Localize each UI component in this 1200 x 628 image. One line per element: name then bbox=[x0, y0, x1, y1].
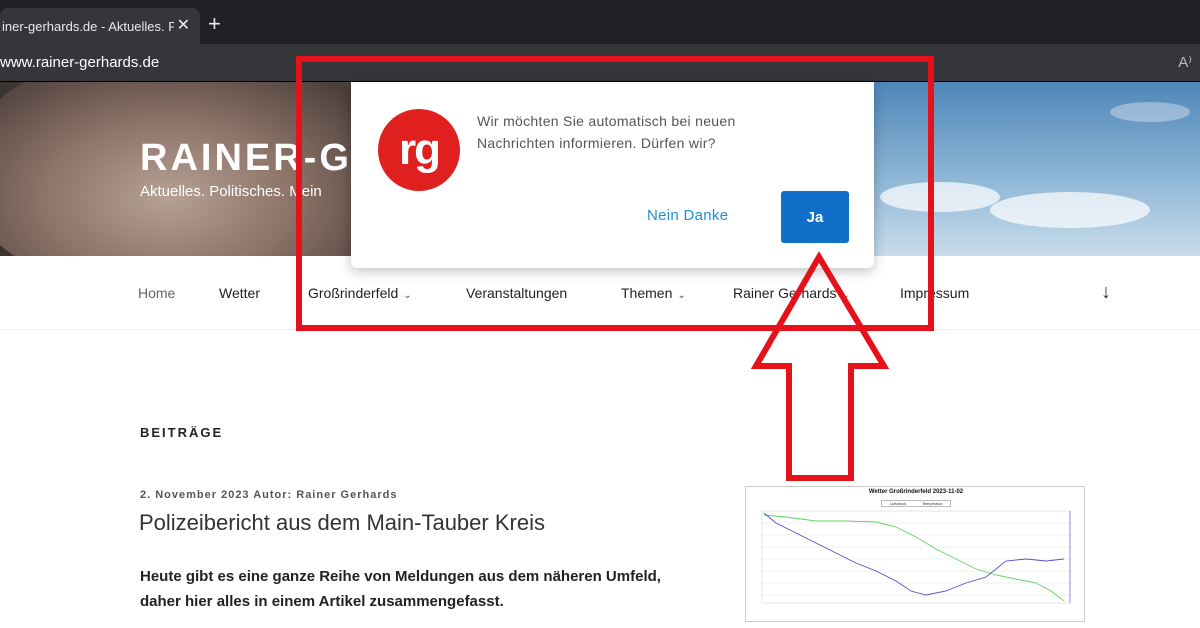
screenshot-root: iner-gerhards.de - Aktuelles. Po ✕ + www… bbox=[0, 0, 1200, 628]
annotation-arrow-icon bbox=[750, 251, 890, 481]
